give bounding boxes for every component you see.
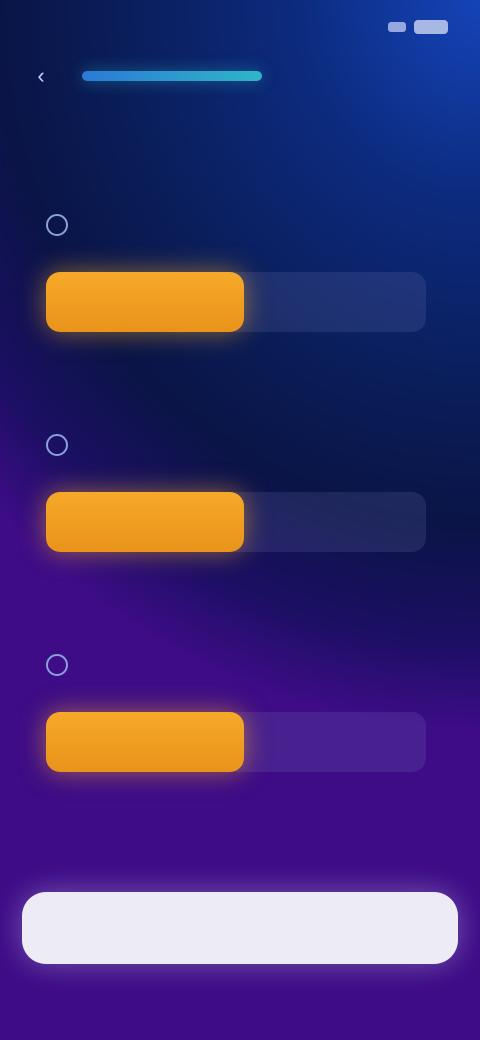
- level-track: [46, 712, 426, 772]
- status-icons: [388, 20, 448, 34]
- back-arrow-icon[interactable]: ‹: [30, 63, 52, 88]
- metric-card-3: [46, 650, 436, 790]
- status-bar: [28, 14, 448, 40]
- continue-button[interactable]: [22, 892, 458, 964]
- level-fill: [46, 272, 244, 332]
- metric-icon: [46, 214, 68, 236]
- metric-header: [46, 650, 436, 680]
- level-track: [46, 492, 426, 552]
- level-fill: [46, 712, 244, 772]
- metric-card-1: [46, 210, 436, 350]
- signal-icon: [388, 22, 406, 32]
- metric-icon: [46, 434, 68, 456]
- metric-card-2: [46, 430, 436, 570]
- brand-label: [82, 71, 262, 81]
- level-fill: [46, 492, 244, 552]
- metric-icon: [46, 654, 68, 676]
- level-track: [46, 272, 426, 332]
- metric-header: [46, 210, 436, 240]
- battery-icon: [414, 20, 448, 34]
- top-nav: ‹: [30, 62, 450, 90]
- metric-header: [46, 430, 436, 460]
